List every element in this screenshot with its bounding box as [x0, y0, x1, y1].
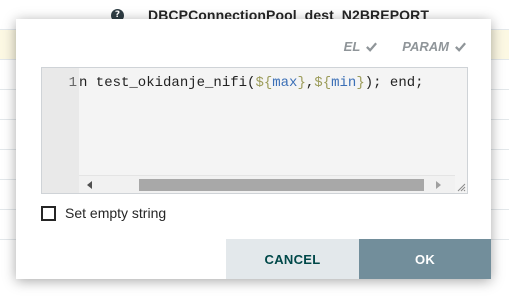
property-value-editor-popup: EL PARAM 1 n test_okidanje_nifi(${max},$…	[16, 19, 491, 279]
scroll-right-arrow-icon[interactable]	[436, 181, 441, 189]
code-variable-min: min	[331, 75, 357, 91]
horizontal-scrollbar[interactable]	[79, 175, 455, 193]
code-dollar: $	[314, 75, 323, 91]
ok-button[interactable]: OK	[359, 239, 491, 279]
code-prefix: n test_okidanje_nifi(	[79, 75, 256, 91]
dialog-actions: CANCEL OK	[226, 239, 491, 279]
cancel-button[interactable]: CANCEL	[226, 239, 359, 279]
param-flag-label: PARAM	[402, 39, 449, 54]
el-flag: EL	[344, 39, 379, 54]
set-empty-string-checkbox[interactable]	[41, 205, 56, 221]
scrollbar-thumb[interactable]	[139, 179, 424, 191]
set-empty-string-label[interactable]: Set empty string	[65, 205, 166, 221]
code-dollar: $	[255, 75, 264, 91]
code-brace: {	[322, 75, 332, 91]
line-number-gutter: 1	[42, 68, 79, 193]
check-icon	[455, 42, 466, 52]
code-variable-max: max	[272, 75, 298, 91]
code-brace: {	[263, 75, 273, 91]
check-icon	[366, 42, 378, 52]
code-suffix: ); end;	[364, 75, 424, 91]
supports-flags: EL PARAM	[344, 39, 467, 54]
el-flag-label: EL	[343, 39, 361, 54]
set-empty-string-option[interactable]: Set empty string	[41, 205, 166, 221]
code-line[interactable]: n test_okidanje_nifi(${max},${min}); end…	[79, 72, 424, 94]
resize-grip-icon[interactable]	[456, 182, 466, 192]
code-brace: }	[297, 75, 306, 91]
param-flag: PARAM	[402, 39, 467, 54]
line-number: 1	[68, 75, 77, 91]
code-brace: }	[356, 75, 365, 91]
scroll-left-arrow-icon[interactable]	[87, 181, 92, 189]
code-editor[interactable]: 1 n test_okidanje_nifi(${max},${min}); e…	[41, 67, 468, 194]
